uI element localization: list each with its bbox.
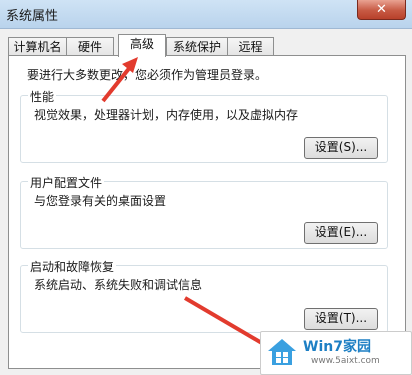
annotation-arrows [101,57,283,356]
arrow-to-advanced-tab-icon [101,57,138,103]
watermark-url: www.5aixt.com [311,356,380,366]
watermark-logo: Win7家园 www.5aixt.com [260,331,412,375]
watermark-text: Win7家园 [303,339,371,355]
house-logo-icon [268,339,296,365]
tab-advanced[interactable]: 高级 [118,34,166,57]
